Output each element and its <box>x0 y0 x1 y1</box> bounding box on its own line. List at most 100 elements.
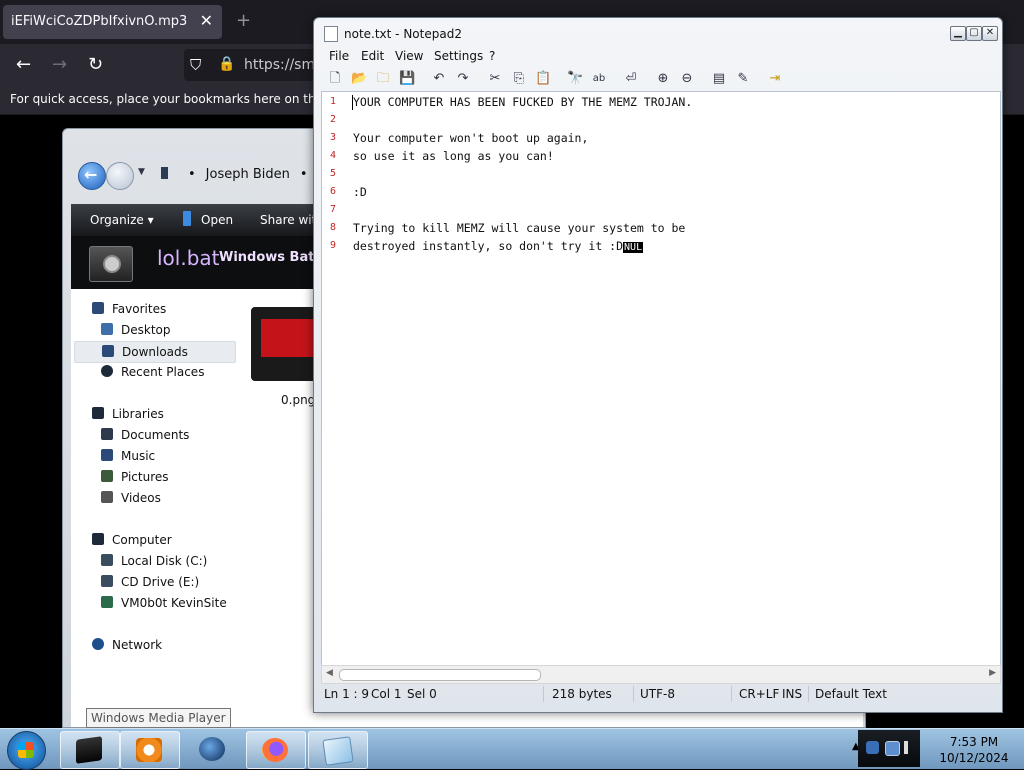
text-line[interactable]: YOUR COMPUTER HAS BEEN FUCKED BY THE MEM… <box>353 95 692 109</box>
scheme-icon[interactable]: ▤ <box>711 71 727 87</box>
menu-edit[interactable]: Edit <box>361 49 384 63</box>
line-number: 8 <box>330 222 337 233</box>
taskbar-app-explorer[interactable] <box>60 731 120 769</box>
breadcrumb[interactable]: •Joseph Biden•D <box>161 167 328 182</box>
shield-icon[interactable] <box>866 741 879 754</box>
notepad-titlebar[interactable]: note.txt - Notepad2 ▁ ▢ ✕ <box>314 18 1002 48</box>
redo-icon[interactable]: ↷ <box>455 71 471 87</box>
horizontal-scrollbar[interactable]: ◀ ▶ <box>321 665 1001 684</box>
nav-item[interactable]: Downloads <box>74 341 236 363</box>
recent-places-icon <box>101 365 113 377</box>
menu-help[interactable]: ? <box>489 49 495 63</box>
breadcrumb-user[interactable]: Joseph Biden <box>206 167 290 182</box>
image-thumbnail-icon[interactable] <box>251 307 321 381</box>
paste-icon[interactable]: 📋 <box>535 71 551 87</box>
browser-tab-title: iEFiWciCoZDPbIfxivnO.mp3 <box>11 14 188 29</box>
start-button[interactable] <box>7 731 46 770</box>
menu-view[interactable]: View <box>395 49 423 63</box>
cut-icon[interactable]: ✂ <box>487 71 503 87</box>
menu-settings[interactable]: Settings <box>434 49 483 63</box>
explorer-icon <box>76 736 102 764</box>
file-label[interactable]: 0.png <box>281 393 315 407</box>
minimize-button[interactable]: ▁ <box>950 26 966 41</box>
taskbar-app-firefox[interactable] <box>246 731 306 769</box>
shield-icon[interactable]: ⛉ <box>190 56 201 74</box>
find-icon[interactable]: 🔭 <box>567 71 583 87</box>
text-line-with-nul[interactable]: destroyed instantly, so don't try it :DN… <box>353 239 644 253</box>
undo-icon[interactable]: ↶ <box>431 71 447 87</box>
navigation-pane: Favorites Desktop Downloads Recent Places Li… <box>71 289 239 727</box>
nav-item[interactable]: Favorites <box>71 299 231 319</box>
customize-scheme-icon[interactable]: ✎ <box>735 71 751 87</box>
status-scheme[interactable]: Default Text <box>815 687 887 701</box>
nav-item-label: VM0b0t KevinSite <box>121 596 227 610</box>
taskbar-app-web[interactable] <box>184 731 242 767</box>
exit-icon[interactable]: ⇥ <box>767 71 783 87</box>
browser-tab[interactable]: iEFiWciCoZDPbIfxivnO.mp3 ✕ <box>3 5 222 39</box>
system-clock[interactable]: 7:53 PM 10/12/2024 <box>938 734 1010 766</box>
nav-item[interactable]: Local Disk (C:) <box>71 551 231 571</box>
nav-item[interactable]: Videos <box>71 488 231 508</box>
status-divider <box>808 686 809 702</box>
line-number: 7 <box>330 204 337 215</box>
tray-area <box>858 730 920 767</box>
zoom-out-icon[interactable]: ⊖ <box>679 71 695 87</box>
notepad-icon <box>322 736 354 766</box>
line-number: 4 <box>330 150 337 161</box>
text-line[interactable]: destroyed instantly, so don't try it :D <box>353 239 623 253</box>
open-button[interactable]: Open <box>201 213 233 227</box>
text-editor[interactable]: 1 2 3 4 5 6 7 8 9 YOUR COMPUTER HAS BEEN… <box>321 91 1001 667</box>
scroll-right-icon[interactable]: ▶ <box>989 668 996 678</box>
forward-arrow-icon[interactable]: → <box>52 54 67 75</box>
taskbar-app-media-player[interactable] <box>120 731 180 769</box>
open-folder-icon[interactable]: 📂 <box>351 71 367 87</box>
nav-item[interactable]: Desktop <box>71 320 231 340</box>
url-text[interactable]: https://sma <box>244 57 324 73</box>
menu-file[interactable]: File <box>329 49 349 63</box>
save-icon[interactable]: 💾 <box>399 71 415 87</box>
back-arrow-icon[interactable]: ← <box>16 54 31 75</box>
status-line-endings[interactable]: CR+LF <box>739 687 779 701</box>
nav-item[interactable]: Computer <box>71 530 231 550</box>
forward-button[interactable] <box>106 162 134 190</box>
nav-item[interactable]: Documents <box>71 425 231 445</box>
local-disk-icon <box>101 554 113 566</box>
new-tab-icon[interactable]: + <box>236 10 251 31</box>
open-icon <box>183 211 191 226</box>
close-button[interactable]: ✕ <box>982 26 998 41</box>
status-encoding[interactable]: UTF-8 <box>640 687 675 701</box>
nav-item[interactable]: Pictures <box>71 467 231 487</box>
word-wrap-icon[interactable]: ⏎ <box>623 71 639 87</box>
text-line[interactable]: Your computer won't boot up again, <box>353 131 588 145</box>
replace-icon[interactable]: ab <box>591 71 607 87</box>
close-tab-icon[interactable]: ✕ <box>200 11 213 30</box>
volume-icon[interactable] <box>904 741 917 754</box>
scrollbar-thumb[interactable] <box>339 669 541 681</box>
history-dropdown-icon[interactable]: ▼ <box>138 167 145 177</box>
new-file-icon[interactable]: 🗋 <box>327 71 343 87</box>
scroll-left-icon[interactable]: ◀ <box>326 668 333 678</box>
nav-item[interactable]: VM0b0t KevinSite <box>71 593 231 613</box>
documents-icon <box>101 428 113 440</box>
text-line[interactable]: :D <box>353 185 367 199</box>
copy-icon[interactable]: ⎘ <box>511 71 527 87</box>
nav-item[interactable]: CD Drive (E:) <box>71 572 231 592</box>
clock-date: 10/12/2024 <box>939 751 1009 765</box>
reload-icon[interactable]: ↻ <box>88 54 103 75</box>
organize-button[interactable]: Organize ▾ <box>90 213 154 227</box>
network-icon[interactable] <box>885 741 900 756</box>
nav-item[interactable]: Network <box>71 635 231 655</box>
nav-item[interactable]: Recent Places <box>71 362 231 382</box>
maximize-button[interactable]: ▢ <box>966 26 982 41</box>
back-button[interactable] <box>78 162 106 190</box>
lock-icon[interactable]: 🔒 <box>218 56 235 72</box>
text-line[interactable]: Trying to kill MEMZ will cause your syst… <box>353 221 685 235</box>
pictures-icon <box>101 470 113 482</box>
zoom-in-icon[interactable]: ⊕ <box>655 71 671 87</box>
nav-item[interactable]: Libraries <box>71 404 231 424</box>
taskbar: ▲ 7:53 PM 10/12/2024 <box>0 728 1024 770</box>
browse-icon[interactable]: 🗀 <box>375 71 391 87</box>
taskbar-app-notepad[interactable] <box>308 731 368 769</box>
nav-item[interactable]: Music <box>71 446 231 466</box>
text-line[interactable]: so use it as long as you can! <box>353 149 554 163</box>
